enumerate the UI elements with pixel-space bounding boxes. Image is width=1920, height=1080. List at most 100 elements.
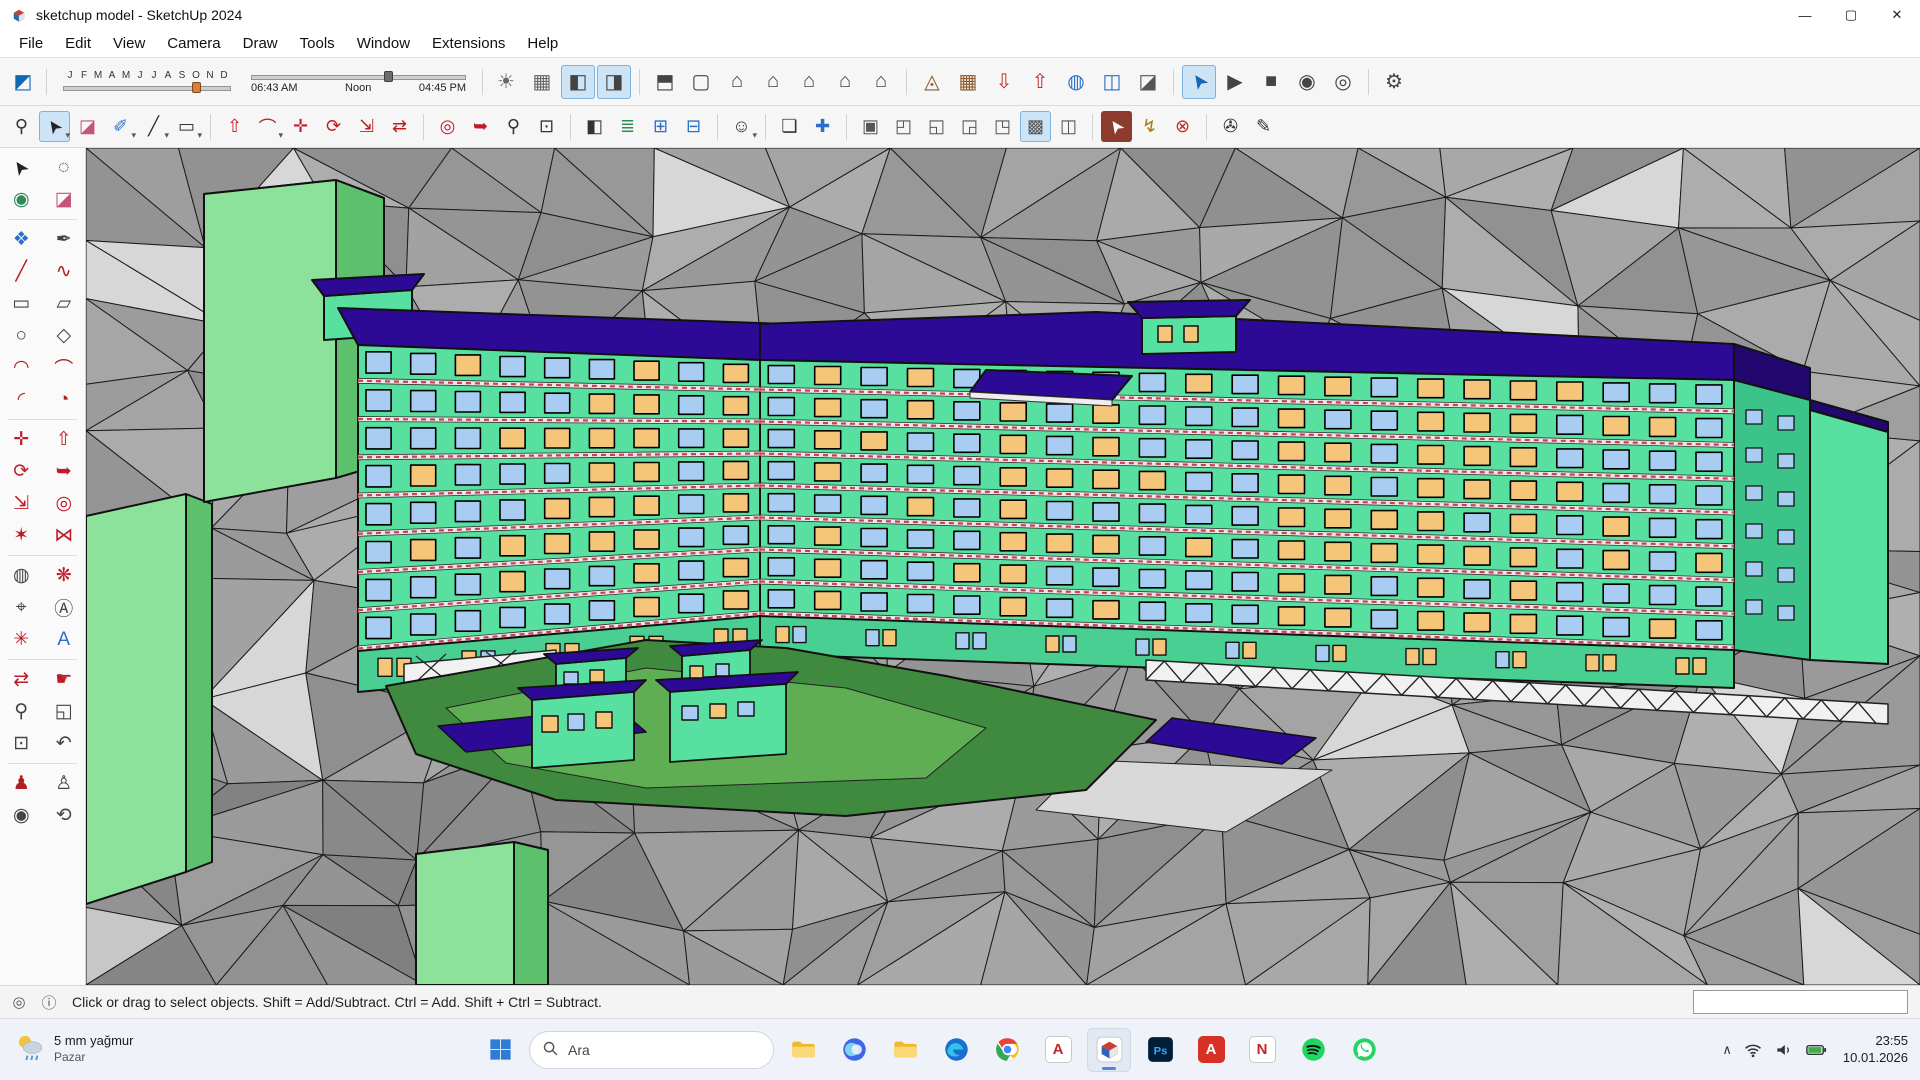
- shadow-on-ground-icon[interactable]: ◨: [597, 65, 631, 99]
- menu-window[interactable]: Window: [346, 32, 421, 55]
- walk-tool[interactable]: ♙: [47, 768, 81, 799]
- taskbar-app-folder[interactable]: [883, 1028, 927, 1072]
- minimize-button[interactable]: —: [1782, 0, 1828, 30]
- zoom-extents-tool[interactable]: ⊡: [4, 728, 38, 759]
- section-display-icon[interactable]: ◪: [1131, 65, 1165, 99]
- follow-me-tool[interactable]: ➥: [47, 456, 81, 487]
- add-collaborator-icon[interactable]: ✚: [807, 111, 838, 142]
- orbit-tool[interactable]: ⟲: [47, 800, 81, 831]
- taskbar-app-edge[interactable]: [934, 1028, 978, 1072]
- shadow-date-slider[interactable]: JFMAMJJASOND: [63, 70, 231, 93]
- shadow-settings-icon[interactable]: ▦: [525, 65, 559, 99]
- sandbox-contours-icon[interactable]: ◬: [915, 65, 949, 99]
- taskbar-app-sketchup[interactable]: [1087, 1028, 1131, 1072]
- polygon-tool[interactable]: ◇: [47, 320, 81, 351]
- arc-icon[interactable]: ⌒▾: [252, 111, 283, 142]
- drape-icon[interactable]: ⇩: [987, 65, 1021, 99]
- select-tool[interactable]: ➤: [4, 152, 38, 183]
- view-left-icon[interactable]: ⌂: [792, 65, 826, 99]
- scatter-tool[interactable]: ❋: [47, 560, 81, 591]
- flip-icon[interactable]: ⇄: [384, 111, 415, 142]
- wifi-icon[interactable]: [1743, 1040, 1763, 1060]
- paint-icon-dropdown[interactable]: ▾: [131, 130, 136, 141]
- geolocation-status-icon[interactable]: ◎: [8, 991, 30, 1013]
- extension-cursor-icon[interactable]: ➤: [1101, 111, 1132, 142]
- rectangle-icon[interactable]: ▭▾: [171, 111, 202, 142]
- scale-tool[interactable]: ⇲: [4, 488, 38, 519]
- rotate-icon[interactable]: ⟳: [318, 111, 349, 142]
- menu-camera[interactable]: Camera: [156, 32, 231, 55]
- push-pull-icon[interactable]: ⇧: [219, 111, 250, 142]
- time-slider-thumb[interactable]: [384, 71, 393, 82]
- menu-tools[interactable]: Tools: [289, 32, 346, 55]
- weld-tool[interactable]: ◍: [4, 560, 38, 591]
- weather-widget[interactable]: 5 mm yağmur Pazar: [0, 1031, 147, 1068]
- two-point-arc-tool[interactable]: ⌒: [47, 352, 81, 383]
- sandbox-grid-icon[interactable]: ▦: [951, 65, 985, 99]
- model-3d-scene[interactable]: [86, 148, 1920, 985]
- taskbar-app-photoshop[interactable]: Ps: [1138, 1028, 1182, 1072]
- select-icon-dropdown[interactable]: ▾: [65, 130, 70, 141]
- component-tool[interactable]: ❖: [4, 224, 38, 255]
- 3d-text-tool[interactable]: A: [47, 624, 81, 655]
- new-model-icon[interactable]: ❏: [774, 111, 805, 142]
- paint-icon[interactable]: ✐▾: [105, 111, 136, 142]
- menu-view[interactable]: View: [102, 32, 156, 55]
- start-button[interactable]: [478, 1028, 522, 1072]
- flip-along-tool[interactable]: ⇄: [4, 664, 38, 695]
- menu-draw[interactable]: Draw: [232, 32, 289, 55]
- component-person-icon-dropdown[interactable]: ▾: [752, 130, 757, 141]
- quick-launch-icon[interactable]: ↯: [1134, 111, 1165, 142]
- offset-tool[interactable]: ◎: [47, 488, 81, 519]
- follow-me-icon[interactable]: ➥: [465, 111, 496, 142]
- scenes-icon[interactable]: ⊟: [678, 111, 709, 142]
- solid-trim-icon[interactable]: ◱: [921, 111, 952, 142]
- zoom-extents-icon[interactable]: ⊡: [531, 111, 562, 142]
- zoom-select-icon[interactable]: ⚲: [6, 111, 37, 142]
- solid-subtract-icon[interactable]: ◰: [888, 111, 919, 142]
- taskbar-app-whatsapp[interactable]: [1342, 1028, 1386, 1072]
- geolocation-icon[interactable]: ◍: [1059, 65, 1093, 99]
- ink-tool[interactable]: ✒: [47, 224, 81, 255]
- solid-split-icon[interactable]: ◳: [987, 111, 1018, 142]
- move-icon[interactable]: ✛: [285, 111, 316, 142]
- push-pull-tool[interactable]: ⇧: [47, 424, 81, 455]
- previous-view-tool[interactable]: ↶: [47, 728, 81, 759]
- solid-tools-icon[interactable]: ◫: [1053, 111, 1084, 142]
- view-top-icon[interactable]: ▢: [684, 65, 718, 99]
- lasso-select-tool[interactable]: ◌: [47, 152, 81, 183]
- line-icon[interactable]: ╱▾: [138, 111, 169, 142]
- solid-outer-shell-icon[interactable]: ▩: [1020, 111, 1051, 142]
- date-slider-thumb[interactable]: [192, 82, 201, 93]
- lamp-icon[interactable]: ✇: [1215, 111, 1246, 142]
- three-point-arc-tool[interactable]: ◜: [4, 384, 38, 415]
- zoom-icon[interactable]: ⚲: [498, 111, 529, 142]
- solid-union-icon[interactable]: ▣: [855, 111, 886, 142]
- shadow-on-faces-icon[interactable]: ◧: [561, 65, 595, 99]
- tray-chevron-icon[interactable]: ∧: [1722, 1042, 1732, 1058]
- menu-file[interactable]: File: [8, 32, 54, 55]
- select-mode-icon[interactable]: ➤: [1182, 65, 1216, 99]
- pie-tool[interactable]: ◔: [47, 384, 81, 415]
- record-scene-icon[interactable]: ◉: [1290, 65, 1324, 99]
- viewport[interactable]: [86, 148, 1920, 985]
- text-tool[interactable]: Ⓐ: [47, 592, 81, 623]
- tags-icon[interactable]: ≣: [612, 111, 643, 142]
- settings-gear-icon[interactable]: ⚙: [1377, 65, 1411, 99]
- shadows-toggle-icon[interactable]: ☀: [489, 65, 523, 99]
- template-model-icon[interactable]: ◩: [6, 65, 40, 99]
- taskbar-app-notepad[interactable]: N: [1240, 1028, 1284, 1072]
- play-animation-icon[interactable]: ▶: [1218, 65, 1252, 99]
- line-tool[interactable]: ╱: [4, 256, 38, 287]
- taskbar-app-autocad[interactable]: A: [1036, 1028, 1080, 1072]
- taskbar-app-file-explorer[interactable]: [781, 1028, 825, 1072]
- solid-intersect-icon[interactable]: ◲: [954, 111, 985, 142]
- rotate-tool[interactable]: ⟳: [4, 456, 38, 487]
- outliner-icon[interactable]: ⊞: [645, 111, 676, 142]
- taskbar-app-acrobat[interactable]: A: [1189, 1028, 1233, 1072]
- view-iso-icon[interactable]: ⬒: [648, 65, 682, 99]
- clear-selection-icon[interactable]: ⊗: [1167, 111, 1198, 142]
- maximize-button[interactable]: ▢: [1828, 0, 1874, 30]
- arc-tool[interactable]: ◠: [4, 352, 38, 383]
- taskbar-app-copilot[interactable]: [832, 1028, 876, 1072]
